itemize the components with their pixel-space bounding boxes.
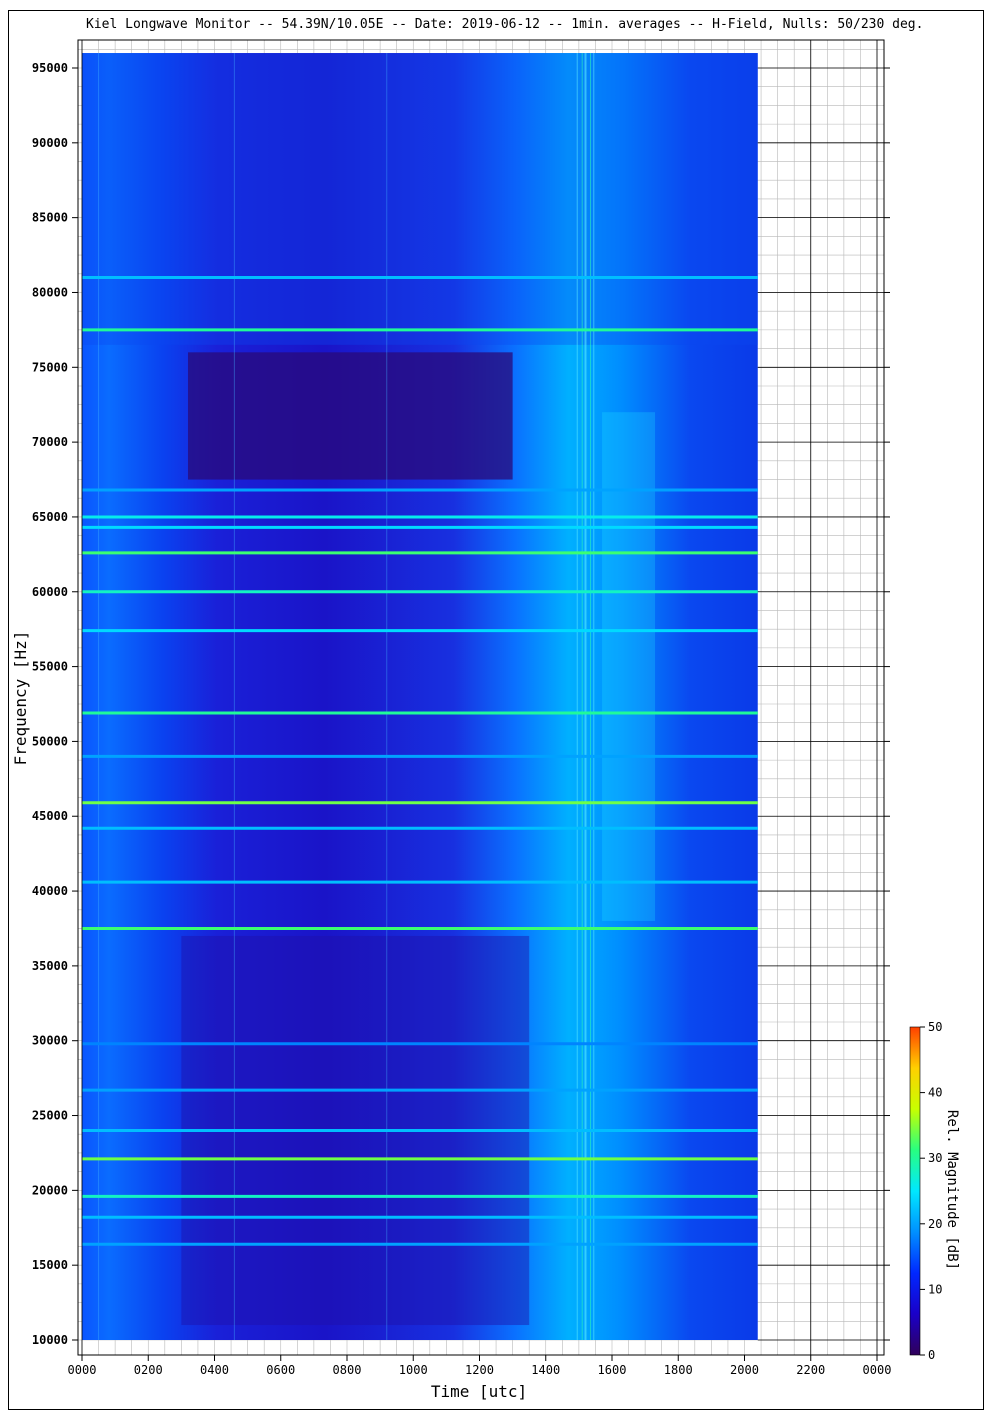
colorbar-ticks: 0 10 20 30 40 50 [920,1020,942,1362]
x-tick-label: 0400 [200,1363,229,1377]
colorbar-tick-label: 50 [928,1020,942,1034]
y-tick-label: 30000 [32,1034,68,1048]
colorbar-tick-label: 30 [928,1151,942,1165]
y-tick-label: 75000 [32,360,68,374]
x-tick-label: 0800 [333,1363,362,1377]
colorbar-tick-label: 40 [928,1086,942,1100]
x-tick-label: 2200 [796,1363,825,1377]
upper-band [82,53,758,345]
x-tick-label: 0600 [266,1363,295,1377]
y-tick-label: 35000 [32,959,68,973]
chart-title: Kiel Longwave Monitor -- 54.39N/10.05E -… [86,17,923,32]
y-tick-label: 60000 [32,585,68,599]
x-tick-label: 1600 [598,1363,627,1377]
y-tick-label: 45000 [32,809,68,823]
spectrogram-chart: Kiel Longwave Monitor -- 54.39N/10.05E -… [8,10,984,1410]
colorbar-tick-label: 20 [928,1217,942,1231]
colorbar-tick-label: 10 [928,1282,942,1296]
y-tick-label: 85000 [32,211,68,225]
colorbar-tick-label: 0 [928,1348,935,1362]
y-tick-label: 15000 [32,1258,68,1272]
y-axis-label: Frequency [Hz] [11,631,30,766]
y-tick-label: 25000 [32,1109,68,1123]
x-tick-label: 1400 [531,1363,560,1377]
x-tick-label: 1000 [399,1363,428,1377]
y-tick-label: 90000 [32,136,68,150]
x-tick-label: 0000 [68,1363,97,1377]
y-tick-label: 40000 [32,884,68,898]
y-tick-label: 10000 [32,1333,68,1347]
x-tick-label: 0200 [134,1363,163,1377]
x-axis-ticks: 0000 0200 0400 0600 0800 1000 1200 1400 1600 1800… [68,1355,892,1377]
y-tick-label: 80000 [32,285,68,299]
y-tick-label: 95000 [32,61,68,75]
heatmap-area [82,53,758,1341]
x-axis-label: Time [utc] [431,1382,527,1401]
y-tick-label: 70000 [32,435,68,449]
y-tick-label: 65000 [32,510,68,524]
y-tick-label: 55000 [32,660,68,674]
colorbar-label: Rel. Magnitude [dB] [944,1110,960,1270]
x-tick-label: 2000 [730,1363,759,1377]
y-tick-label: 20000 [32,1183,68,1197]
colorbar [909,1026,921,1356]
x-tick-label: 0000 [863,1363,892,1377]
x-tick-label: 1800 [664,1363,693,1377]
y-tick-label: 50000 [32,734,68,748]
dark-region [188,352,513,480]
x-tick-label: 1200 [465,1363,494,1377]
